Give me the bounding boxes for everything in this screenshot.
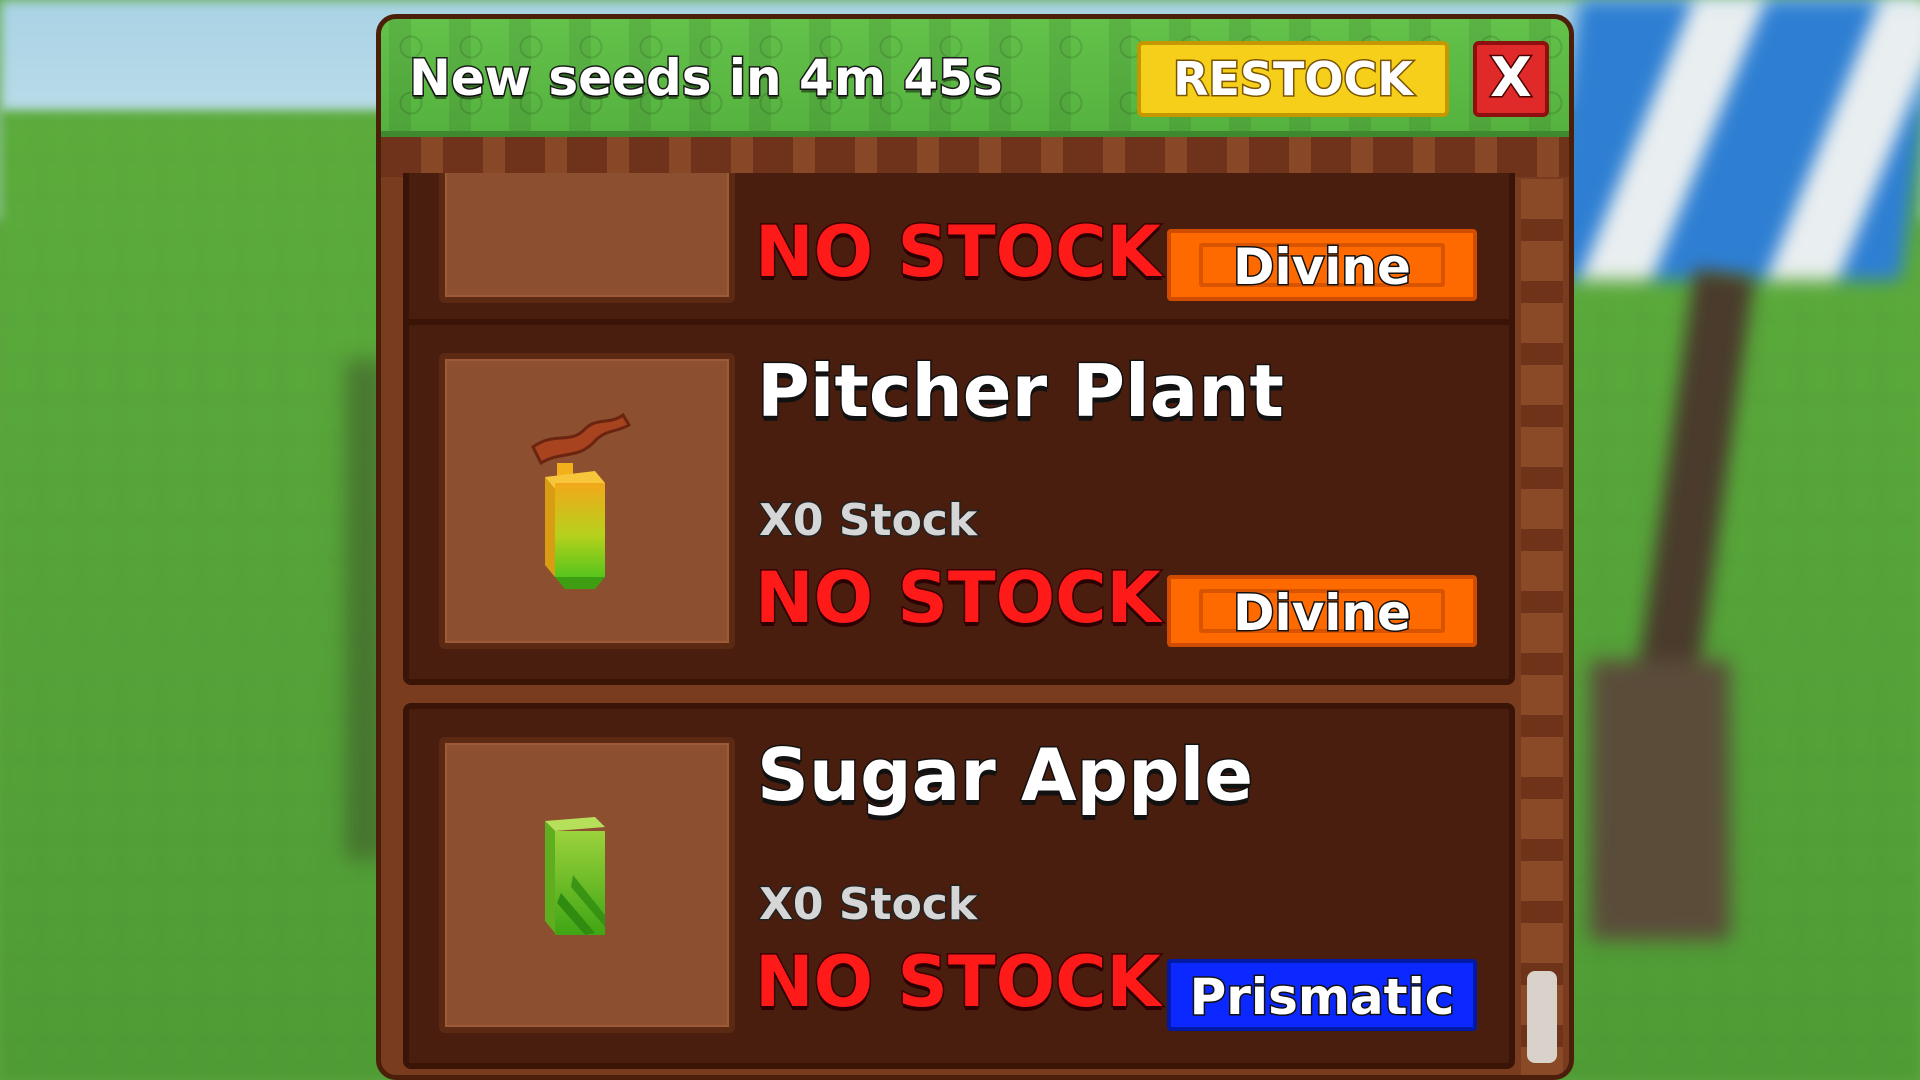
seed-item[interactable]: NO STOCK Divine	[403, 173, 1515, 339]
pitcher-plant-seed-icon	[531, 412, 632, 589]
rarity-badge: Divine	[1167, 575, 1477, 647]
restock-timer: New seeds in 4m 45s	[408, 48, 1005, 109]
seed-pack-icon	[439, 173, 735, 303]
sugar-apple-seed-icon	[545, 817, 605, 935]
no-stock-label: NO STOCK	[754, 210, 1163, 295]
stock-count: X0 Stock	[757, 878, 978, 932]
restock-button[interactable]: RESTOCK	[1137, 41, 1449, 117]
seed-item-sugar-apple[interactable]: Sugar Apple X0 Stock NO STOCK Prismatic	[403, 703, 1515, 1069]
no-stock-label: NO STOCK	[754, 556, 1163, 641]
background-awning	[1540, 0, 1920, 280]
background-stall	[1590, 660, 1730, 940]
rarity-label: Divine	[1232, 237, 1413, 298]
rarity-badge: Divine	[1167, 229, 1477, 301]
seed-name: Sugar Apple	[755, 732, 1254, 819]
rarity-label: Divine	[1232, 583, 1413, 644]
seed-list[interactable]: NO STOCK Divine Pitcher Plant X0 Stock N…	[403, 173, 1521, 1075]
seed-name: Pitcher Plant	[756, 348, 1286, 435]
seed-image-frame	[439, 353, 735, 649]
stock-count: X0 Stock	[757, 494, 978, 548]
no-stock-label: NO STOCK	[754, 940, 1163, 1025]
scrollbar-thumb[interactable]	[1527, 971, 1557, 1063]
shop-header: New seeds in 4m 45s RESTOCK X	[381, 19, 1569, 137]
rarity-label: Prismatic	[1188, 967, 1456, 1028]
seed-shop-panel: New seeds in 4m 45s RESTOCK X NO STOCK D…	[376, 14, 1574, 1080]
seed-item-pitcher-plant[interactable]: Pitcher Plant X0 Stock NO STOCK Divine	[403, 319, 1515, 685]
brick-trim	[381, 137, 1569, 177]
close-button[interactable]: X	[1473, 41, 1549, 117]
scrollbar-track[interactable]	[1521, 179, 1563, 1075]
rarity-badge: Prismatic	[1167, 959, 1477, 1031]
seed-image-frame	[439, 737, 735, 1033]
